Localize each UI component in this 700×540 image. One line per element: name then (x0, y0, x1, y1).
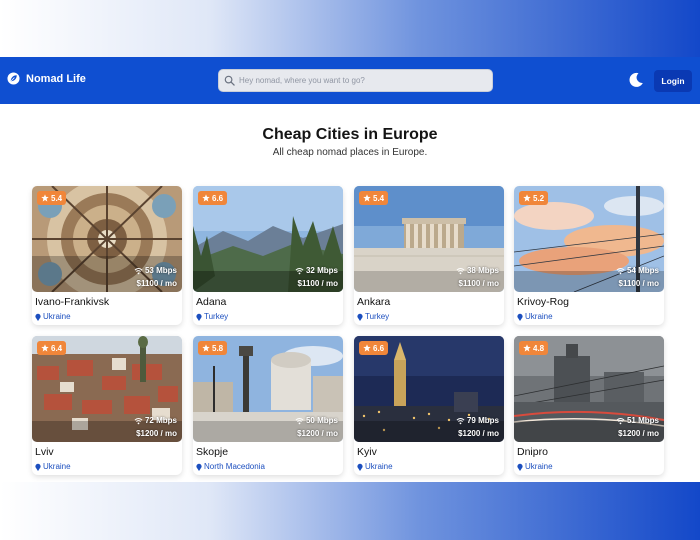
city-name[interactable]: Ankara (357, 296, 390, 308)
rating-value: 5.2 (533, 193, 545, 203)
bottom-backdrop (0, 482, 700, 540)
internet-speed: 72 Mbps (134, 416, 177, 425)
internet-speed: 79 Mbps (456, 416, 499, 425)
city-name[interactable]: Lviv (35, 446, 54, 458)
country-link[interactable]: Turkey (196, 312, 228, 321)
star-icon (202, 194, 210, 202)
city-name[interactable]: Kyiv (357, 446, 377, 458)
internet-speed: 38 Mbps (456, 266, 499, 275)
location-pin-icon (196, 313, 202, 321)
location-pin-icon (35, 313, 41, 321)
star-icon (363, 194, 371, 202)
wifi-icon (456, 267, 465, 274)
wifi-icon (295, 417, 304, 424)
star-icon (363, 344, 371, 352)
wifi-icon (616, 267, 625, 274)
city-card[interactable]: 5.4 38 Mbps $1100 / mo Ankara Turkey (354, 186, 504, 325)
location-pin-icon (517, 463, 523, 471)
country-link[interactable]: Ukraine (517, 312, 553, 321)
monthly-cost: $1100 / mo (297, 279, 338, 288)
internet-speed: 32 Mbps (295, 266, 338, 275)
star-icon (523, 344, 531, 352)
country-link[interactable]: Ukraine (517, 462, 553, 471)
location-pin-icon (357, 463, 363, 471)
rating-badge: 5.4 (359, 191, 389, 205)
internet-speed: 51 Mbps (616, 416, 659, 425)
star-icon (41, 194, 49, 202)
internet-speed: 50 Mbps (295, 416, 338, 425)
search-icon (224, 75, 235, 86)
internet-speed: 53 Mbps (134, 266, 177, 275)
city-card[interactable]: 5.4 53 Mbps $1100 / mo Ivano-Frankivsk U… (32, 186, 182, 325)
login-button[interactable]: Login (654, 70, 692, 92)
main-content: Cheap Cities in Europe All cheap nomad p… (0, 104, 700, 482)
location-pin-icon (35, 463, 41, 471)
country-link[interactable]: Ukraine (35, 312, 71, 321)
city-name[interactable]: Dnipro (517, 446, 548, 458)
wifi-icon (134, 417, 143, 424)
rating-value: 5.4 (51, 193, 63, 203)
rating-badge: 5.4 (37, 191, 67, 205)
location-pin-icon (517, 313, 523, 321)
wifi-icon (616, 417, 625, 424)
monthly-cost: $1100 / mo (136, 279, 177, 288)
city-card[interactable]: 6.6 32 Mbps $1100 / mo Adana Turkey (193, 186, 343, 325)
monthly-cost: $1200 / mo (458, 429, 499, 438)
rating-value: 6.4 (51, 343, 63, 353)
rating-value: 6.6 (212, 193, 224, 203)
brand-logo[interactable]: Nomad Life (7, 72, 86, 85)
country-link[interactable]: Turkey (357, 312, 389, 321)
country-link[interactable]: Ukraine (35, 462, 71, 471)
city-card[interactable]: 6.4 72 Mbps $1200 / mo Lviv Ukraine (32, 336, 182, 475)
city-card[interactable]: 5.2 54 Mbps $1100 / mo Krivoy-Rog Ukrain… (514, 186, 664, 325)
star-icon (41, 344, 49, 352)
star-icon (523, 194, 531, 202)
rating-badge: 5.2 (519, 191, 549, 205)
location-pin-icon (196, 463, 202, 471)
search-input[interactable] (239, 76, 479, 85)
brand-name: Nomad Life (26, 72, 86, 85)
rating-badge: 6.6 (359, 341, 389, 355)
moon-icon[interactable] (627, 71, 645, 89)
monthly-cost: $1200 / mo (297, 429, 338, 438)
city-card[interactable]: 4.8 51 Mbps $1200 / mo Dnipro Ukraine (514, 336, 664, 475)
city-name[interactable]: Krivoy-Rog (517, 296, 569, 308)
rating-badge: 4.8 (519, 341, 549, 355)
city-name[interactable]: Skopje (196, 446, 228, 458)
city-card[interactable]: 6.6 79 Mbps $1200 / mo Kyiv Ukraine (354, 336, 504, 475)
location-pin-icon (357, 313, 363, 321)
rating-badge: 5.8 (198, 341, 228, 355)
rating-value: 4.8 (533, 343, 545, 353)
city-name[interactable]: Ivano-Frankivsk (35, 296, 109, 308)
monthly-cost: $1200 / mo (136, 429, 177, 438)
star-icon (202, 344, 210, 352)
leaf-icon (7, 72, 20, 85)
rating-value: 5.4 (373, 193, 385, 203)
rating-badge: 6.6 (198, 191, 228, 205)
rating-value: 5.8 (212, 343, 224, 353)
internet-speed: 54 Mbps (616, 266, 659, 275)
rating-badge: 6.4 (37, 341, 67, 355)
wifi-icon (295, 267, 304, 274)
wifi-icon (456, 417, 465, 424)
city-card[interactable]: 5.8 50 Mbps $1200 / mo Skopje North Mace… (193, 336, 343, 475)
monthly-cost: $1200 / mo (618, 429, 659, 438)
top-backdrop (0, 0, 700, 57)
navbar: Nomad Life Login (0, 57, 700, 104)
page-title: Cheap Cities in Europe (262, 126, 438, 143)
rating-value: 6.6 (373, 343, 385, 353)
country-link[interactable]: North Macedonia (196, 462, 265, 471)
search-bar[interactable] (218, 69, 493, 92)
city-name[interactable]: Adana (196, 296, 226, 308)
country-link[interactable]: Ukraine (357, 462, 393, 471)
wifi-icon (134, 267, 143, 274)
page-subtitle: All cheap nomad places in Europe. (272, 147, 428, 158)
monthly-cost: $1100 / mo (458, 279, 499, 288)
monthly-cost: $1100 / mo (618, 279, 659, 288)
